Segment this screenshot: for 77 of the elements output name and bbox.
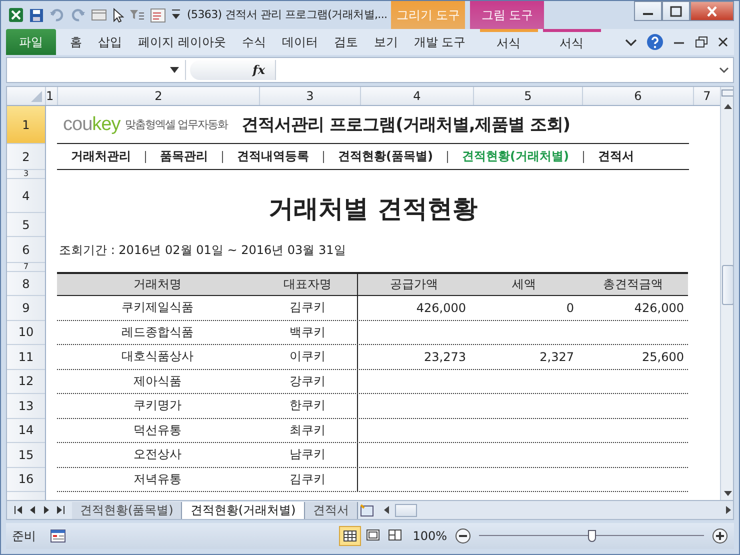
row-header[interactable]: 16 bbox=[7, 468, 45, 492]
table-cell: 남쿠키 bbox=[258, 443, 358, 466]
zoom-level[interactable]: 100% bbox=[412, 529, 447, 543]
table-cell-text: 쿠키제일식품 bbox=[120, 299, 194, 316]
table-cell-text: 426,000 bbox=[415, 300, 467, 317]
table-cell-text: 저녁유통 bbox=[132, 470, 182, 488]
row-header[interactable]: 11 bbox=[7, 345, 45, 370]
logo: coukey bbox=[63, 114, 120, 136]
column-heading: 공급가액 bbox=[389, 276, 439, 293]
status-text: 준비 bbox=[12, 528, 36, 544]
row-header[interactable]: 10 bbox=[7, 320, 45, 345]
table-cell: 강쿠키 bbox=[258, 370, 358, 393]
nav-link[interactable]: 견적현황(품목별) bbox=[338, 148, 433, 165]
column-header[interactable]: 2 bbox=[57, 87, 259, 105]
table-cell-text: 오전상사 bbox=[132, 446, 182, 464]
table-cell-text: 제아식품 bbox=[132, 372, 182, 390]
table-cell-text: 레드종합식품 bbox=[120, 324, 194, 341]
ribbon-tab[interactable]: 홈 bbox=[62, 29, 90, 55]
table-cell: 최쿠키 bbox=[258, 418, 358, 442]
nav-link[interactable]: 견적현황(거래처별) bbox=[462, 148, 569, 165]
row-header[interactable]: 6 bbox=[7, 237, 45, 263]
table-cell-text: 덕선유통 bbox=[132, 422, 182, 439]
table-cell-text: 대호식품상사 bbox=[120, 348, 194, 366]
table-cell-text: 23,273 bbox=[423, 348, 467, 366]
column-heading: 거래처명 bbox=[132, 276, 182, 293]
row-header[interactable]: 12 bbox=[7, 370, 45, 394]
table-cell: 김쿠키 bbox=[258, 296, 358, 320]
column-heading: 세액 bbox=[511, 276, 537, 293]
ribbon-tab[interactable]: 수식 bbox=[234, 29, 274, 55]
window-title: (5363) 견적서 관리 프로그램(거래처별,... bbox=[187, 7, 388, 23]
row-header[interactable]: 13 bbox=[7, 394, 45, 418]
row-header[interactable]: 3 bbox=[7, 170, 45, 179]
row-header[interactable]: 14 bbox=[7, 418, 45, 443]
column-header[interactable]: 1 bbox=[45, 87, 57, 105]
table-cell: 백쿠키 bbox=[258, 320, 358, 344]
row-header[interactable]: 4 bbox=[7, 179, 45, 213]
context-tab-group-label: 그리기 도구 bbox=[391, 1, 466, 29]
program-title: 견적서관리 프로그램(거래처별,제품별 조회) bbox=[242, 114, 570, 136]
table-cell-text: 2,327 bbox=[538, 348, 575, 366]
nav-link[interactable]: 거래처관리 bbox=[71, 148, 131, 165]
row-header[interactable]: 7 bbox=[7, 263, 45, 272]
column-heading: 대표자명 bbox=[258, 274, 358, 295]
row-header[interactable]: 9 bbox=[7, 296, 45, 320]
column-heading: 총견적금액 bbox=[602, 276, 664, 293]
table-cell: 한쿠키 bbox=[258, 394, 358, 418]
file-tab[interactable]: 파일 bbox=[6, 29, 56, 55]
column-header[interactable]: 5 bbox=[473, 87, 582, 105]
ribbon-tab[interactable]: 개발 도구 bbox=[406, 29, 474, 55]
ribbon-tab[interactable]: 삽입 bbox=[90, 29, 130, 55]
sheet-tab[interactable]: 견적현황(품목별) bbox=[72, 502, 182, 518]
table-cell-text: 0 bbox=[565, 300, 575, 317]
ribbon-tab[interactable]: 검토 bbox=[326, 29, 366, 55]
row-header[interactable]: 2 bbox=[7, 144, 45, 170]
ribbon-tab[interactable]: 데이터 bbox=[274, 29, 326, 55]
nav-link[interactable]: 견적내역등록 bbox=[237, 148, 309, 165]
table-cell: 이쿠키 bbox=[258, 345, 358, 368]
ribbon-tab[interactable]: 페이지 레이아웃 bbox=[130, 29, 234, 55]
sheet-tab[interactable]: 견적서 bbox=[304, 502, 358, 518]
nav-link[interactable]: 견적서 bbox=[598, 148, 634, 165]
table-cell-text: 쿠키명가 bbox=[132, 397, 182, 414]
row-header[interactable]: 8 bbox=[7, 272, 45, 296]
ribbon-tab[interactable]: 보기 bbox=[366, 29, 406, 55]
row-header[interactable]: 1 bbox=[7, 106, 45, 144]
row-header[interactable]: 15 bbox=[7, 443, 45, 468]
period-text: 조회기간 : 2016년 02월 01일 ~ 2016년 03월 31일 bbox=[58, 242, 347, 258]
column-header[interactable]: 4 bbox=[360, 87, 473, 105]
table-cell-text: 25,600 bbox=[641, 348, 685, 366]
sheet-tab[interactable]: 견적현황(거래처별) bbox=[182, 502, 305, 518]
nav-link[interactable]: 품목관리 bbox=[160, 148, 208, 165]
context-tab-group-label: 그림 도구 bbox=[470, 1, 544, 29]
table-cell: 김쿠키 bbox=[258, 468, 358, 491]
row-header[interactable]: 5 bbox=[7, 213, 45, 237]
column-header[interactable]: 3 bbox=[259, 87, 360, 105]
tagline: 맞춤형엑셀 업무자동화 bbox=[125, 117, 228, 132]
table-cell-text: 426,000 bbox=[633, 300, 685, 317]
report-title: 거래처별 견적현황 bbox=[268, 192, 478, 224]
column-header[interactable]: 6 bbox=[582, 87, 693, 105]
